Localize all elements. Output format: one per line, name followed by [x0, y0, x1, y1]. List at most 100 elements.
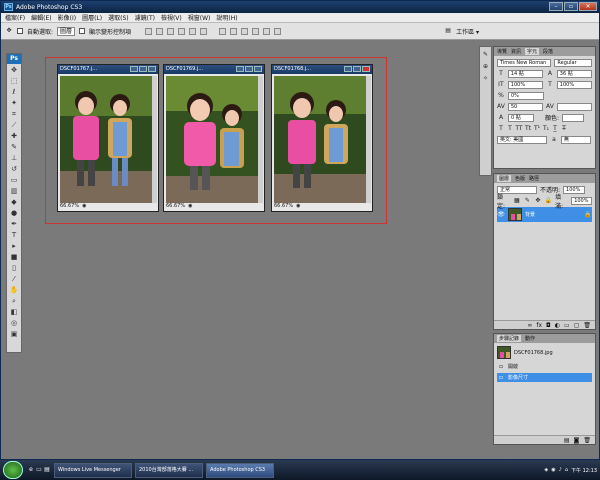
shape-tool-icon[interactable]: ■ — [8, 252, 20, 262]
new-layer-icon[interactable]: ▢ — [574, 322, 580, 329]
doc-close-icon[interactable] — [254, 66, 262, 72]
zoom-tool-icon[interactable]: ⌕ — [8, 296, 20, 306]
distribute-middle-icon[interactable] — [230, 27, 238, 35]
zoom-level[interactable]: 66.67% — [166, 203, 185, 210]
magic-wand-icon[interactable]: ✦ — [8, 98, 20, 108]
eyedropper-icon[interactable]: ⁄ — [8, 274, 20, 284]
doc-maximize-icon[interactable] — [139, 66, 147, 72]
distribute-center-icon[interactable] — [263, 27, 271, 35]
task-messenger[interactable]: Windows Live Messenger — [54, 462, 132, 478]
doc-close-icon[interactable] — [148, 66, 156, 72]
auto-select-dropdown[interactable]: 圖層 — [57, 26, 76, 36]
show-desktop-icon[interactable]: ▭ — [35, 466, 43, 474]
crop-tool-icon[interactable]: ⌗ — [8, 109, 20, 119]
photo-canvas[interactable] — [274, 76, 366, 203]
doc-minimize-icon[interactable] — [130, 66, 138, 72]
title-bar[interactable]: Ps Adobe Photoshop CS3 – ▫ ✕ — [1, 1, 599, 13]
doc-scrollbar[interactable] — [366, 76, 371, 203]
tool-presets-icon[interactable]: ✧ — [482, 75, 490, 83]
lasso-tool-icon[interactable]: ℓ — [8, 87, 20, 97]
eraser-tool-icon[interactable]: ▭ — [8, 175, 20, 185]
history-brush-icon[interactable]: ↺ — [8, 164, 20, 174]
maximize-icon[interactable]: ▫ — [564, 2, 578, 11]
kerning-field[interactable]: 50 — [507, 102, 543, 111]
stamp-tool-icon[interactable]: ⊥ — [8, 153, 20, 163]
zoom-level[interactable]: 66.67% — [274, 203, 293, 210]
doc-info-icon[interactable]: ◉ — [296, 203, 300, 210]
volume-icon[interactable]: ♪ — [559, 467, 562, 473]
lock-all-icon[interactable]: 🔒 — [545, 197, 552, 205]
workspace-button[interactable]: 工作區 ▾ — [456, 27, 479, 36]
link-layers-icon[interactable]: ∞ — [527, 322, 532, 329]
healing-brush-icon[interactable]: ✚ — [8, 131, 20, 141]
font-family-select[interactable]: Times New Roman — [497, 58, 552, 67]
bridge-icon[interactable]: ▤ — [444, 27, 452, 35]
type-tool-icon[interactable]: T — [8, 230, 20, 240]
tab-actions[interactable]: 動作 — [525, 335, 535, 342]
slice-tool-icon[interactable]: ⟋ — [8, 120, 20, 130]
tab-paragraph[interactable]: 段落 — [543, 48, 553, 55]
menu-edit[interactable]: 編輯(E) — [31, 13, 51, 22]
tab-info[interactable]: 資訊 — [511, 48, 521, 55]
photo-canvas[interactable] — [60, 76, 152, 203]
layer-style-icon[interactable]: fx — [536, 322, 542, 329]
brush-panel-icon[interactable]: ✎ — [482, 51, 490, 59]
history-step-image-size[interactable]: ▫ 影像尺寸 — [497, 373, 592, 382]
task-browser[interactable]: 2010台灣部落格大賽 ... — [135, 462, 203, 478]
brush-tool-icon[interactable]: ✎ — [8, 142, 20, 152]
document-window-2[interactable]: DSCF01769.j... 66.67% ◉ — [163, 64, 265, 212]
history-step-open[interactable]: ▫ 開啟 — [497, 362, 592, 371]
align-right-icon[interactable] — [200, 27, 208, 35]
tab-navigator[interactable]: 導覽 — [497, 48, 507, 55]
tab-channels[interactable]: 色版 — [515, 175, 525, 182]
show-transform-checkbox[interactable] — [79, 28, 86, 34]
lock-position-icon[interactable]: ✥ — [534, 197, 541, 205]
menu-select[interactable]: 選取(S) — [108, 13, 129, 22]
new-group-icon[interactable]: ▭ — [564, 322, 570, 329]
auto-select-checkbox[interactable] — [17, 28, 23, 34]
font-size-field[interactable]: 14 點 — [507, 69, 543, 78]
task-photoshop[interactable]: Adobe Photoshop CS3 — [206, 462, 274, 478]
tab-history[interactable]: 步驟記錄 — [497, 335, 522, 342]
layer-row-background[interactable]: 👁 背景 🔒 — [497, 207, 592, 222]
tab-layers[interactable]: 圖層 — [497, 175, 512, 182]
align-left-icon[interactable] — [178, 27, 186, 35]
quick-mask-icon[interactable]: ◎ — [8, 318, 20, 328]
new-document-icon[interactable]: ▤ — [564, 437, 570, 444]
adjustment-layer-icon[interactable]: ◐ — [555, 322, 560, 329]
notes-tool-icon[interactable]: ▯ — [8, 263, 20, 273]
tray-icon-1[interactable]: ◈ — [544, 467, 548, 473]
distribute-left-icon[interactable] — [252, 27, 260, 35]
faux-bold-icon[interactable]: T — [497, 125, 505, 133]
trash-icon[interactable]: 🗑 — [583, 437, 591, 444]
doc-info-icon[interactable]: ◉ — [82, 203, 86, 210]
document-window-3[interactable]: DSCF01768.j... 66.67% ◉ — [271, 64, 373, 212]
align-bottom-icon[interactable] — [167, 27, 175, 35]
menu-image[interactable]: 影像(I) — [58, 13, 76, 22]
color-swatch-icon[interactable]: ◧ — [8, 307, 20, 317]
menu-window[interactable]: 視窗(W) — [188, 13, 211, 22]
doc-title-bar[interactable]: DSCF01768.j... — [272, 65, 372, 74]
baseline-field[interactable]: 0 點 — [508, 113, 534, 122]
language-select[interactable]: 英文: 美國 — [497, 135, 547, 144]
tab-paths[interactable]: 路徑 — [529, 175, 539, 182]
document-window-1[interactable]: DSCF01767.j... 66.67% ◉ — [57, 64, 159, 212]
eye-icon[interactable]: 👁 — [497, 211, 505, 219]
clone-source-icon[interactable]: ⊕ — [482, 63, 490, 71]
menu-layer[interactable]: 圖層(L) — [82, 13, 102, 22]
move-tool-icon[interactable]: ✥ — [8, 65, 20, 75]
menu-help[interactable]: 說明(H) — [216, 13, 237, 22]
ie-icon[interactable]: e — [27, 466, 35, 474]
lock-transparent-icon[interactable]: ▦ — [513, 197, 520, 205]
doc-scrollbar[interactable] — [152, 76, 157, 203]
align-top-icon[interactable] — [145, 27, 153, 35]
subscript-icon[interactable]: T₁ — [542, 125, 550, 133]
doc-close-icon[interactable] — [362, 66, 370, 72]
doc-maximize-icon[interactable] — [353, 66, 361, 72]
history-snapshot[interactable]: DSCF01768.jpg — [497, 345, 592, 360]
fill-field[interactable]: 100% — [571, 196, 593, 205]
font-style-select[interactable]: Regular — [554, 58, 592, 67]
clock[interactable]: 下午 12:13 — [571, 467, 597, 474]
layer-mask-icon[interactable]: ◘ — [546, 322, 551, 329]
distribute-top-icon[interactable] — [219, 27, 227, 35]
